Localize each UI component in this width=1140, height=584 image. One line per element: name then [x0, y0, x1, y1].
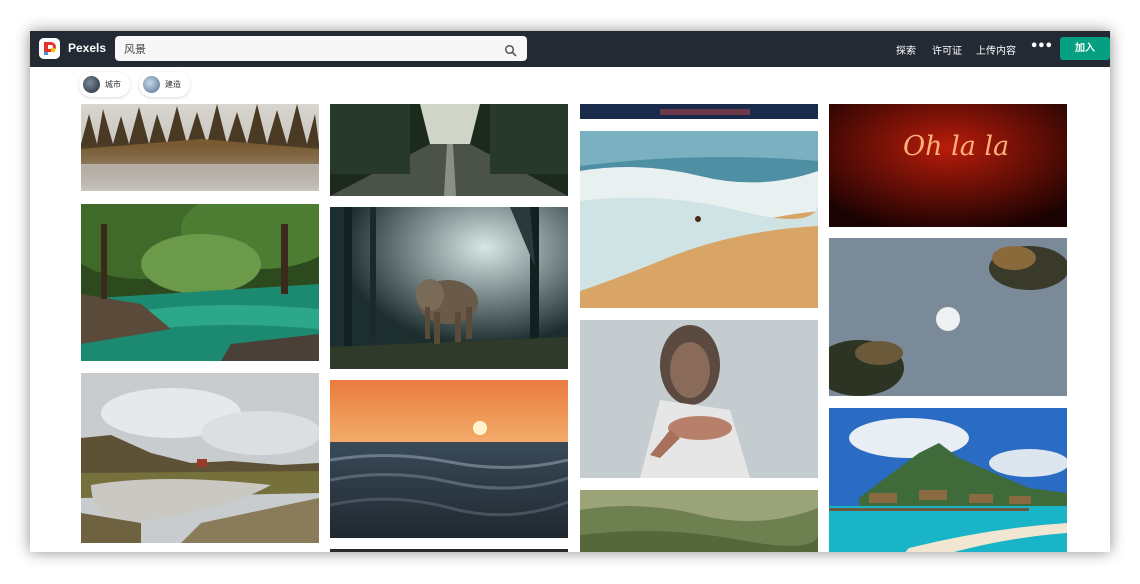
- photo-elephant-forest[interactable]: [330, 207, 568, 369]
- nav-license-link[interactable]: 许可证: [932, 42, 962, 57]
- search-input[interactable]: 风景: [124, 41, 146, 57]
- photo-hand-reaching[interactable]: [580, 320, 818, 478]
- chip-architecture-avatar: [143, 76, 160, 93]
- chip-architecture[interactable]: 建造: [139, 72, 190, 97]
- photo-beach-waves[interactable]: [580, 131, 818, 308]
- photo-neon-sign[interactable]: Oh la la: [829, 104, 1067, 227]
- nav-explore-link[interactable]: 探索: [896, 42, 916, 57]
- photo-ocean-sunset[interactable]: [330, 380, 568, 538]
- forest-river-image: [81, 204, 319, 361]
- nav-upload-link[interactable]: 上传内容: [976, 42, 1016, 57]
- search-icon[interactable]: [504, 42, 517, 57]
- photo-forest-fog[interactable]: [81, 104, 319, 191]
- photo-forest-road[interactable]: [330, 104, 568, 196]
- photo-mountain-lake[interactable]: [81, 373, 319, 543]
- chip-architecture-label: 建造: [165, 80, 181, 89]
- chip-city-label: 城市: [105, 80, 121, 89]
- grass-field-image: [580, 490, 818, 552]
- photo-forest-river[interactable]: [81, 204, 319, 361]
- moon-sky-image: [829, 238, 1067, 396]
- neon-sign-image: [829, 104, 1067, 227]
- partial-bottom-image: [330, 549, 568, 552]
- forest-fog-image: [81, 104, 319, 191]
- ocean-sunset-image: [330, 380, 568, 538]
- beach-waves-image: [580, 131, 818, 308]
- brand-name[interactable]: Pexels: [68, 41, 106, 55]
- chip-city-avatar: [83, 76, 100, 93]
- dark-sky-strip-image: [580, 104, 818, 119]
- photo-grass-field[interactable]: [580, 490, 818, 552]
- forest-road-image: [330, 104, 568, 196]
- photo-tropical-resort[interactable]: [829, 408, 1067, 552]
- neon-sign-text: Oh la la: [903, 131, 1010, 162]
- hand-reaching-image: [580, 320, 818, 478]
- photo-partial-bottom[interactable]: [330, 549, 568, 552]
- tropical-resort-image: [829, 408, 1067, 552]
- search-bar[interactable]: 风景: [115, 36, 527, 61]
- join-button[interactable]: 加入: [1060, 37, 1110, 60]
- elephant-forest-image: [330, 207, 568, 369]
- chip-city[interactable]: 城市: [79, 72, 130, 97]
- top-navigation-bar: Pexels 风景 探索 许可证 上传内容 ••• 加入: [30, 31, 1110, 67]
- more-menu-button[interactable]: •••: [1030, 39, 1053, 54]
- pexels-logo[interactable]: [39, 38, 60, 59]
- browser-window: Pexels 风景 探索 许可证 上传内容 ••• 加入 城市 建造 Oh la…: [30, 31, 1110, 552]
- photo-dark-sky-strip[interactable]: [580, 104, 818, 119]
- photo-moon-sky[interactable]: [829, 238, 1067, 396]
- mountain-lake-image: [81, 373, 319, 543]
